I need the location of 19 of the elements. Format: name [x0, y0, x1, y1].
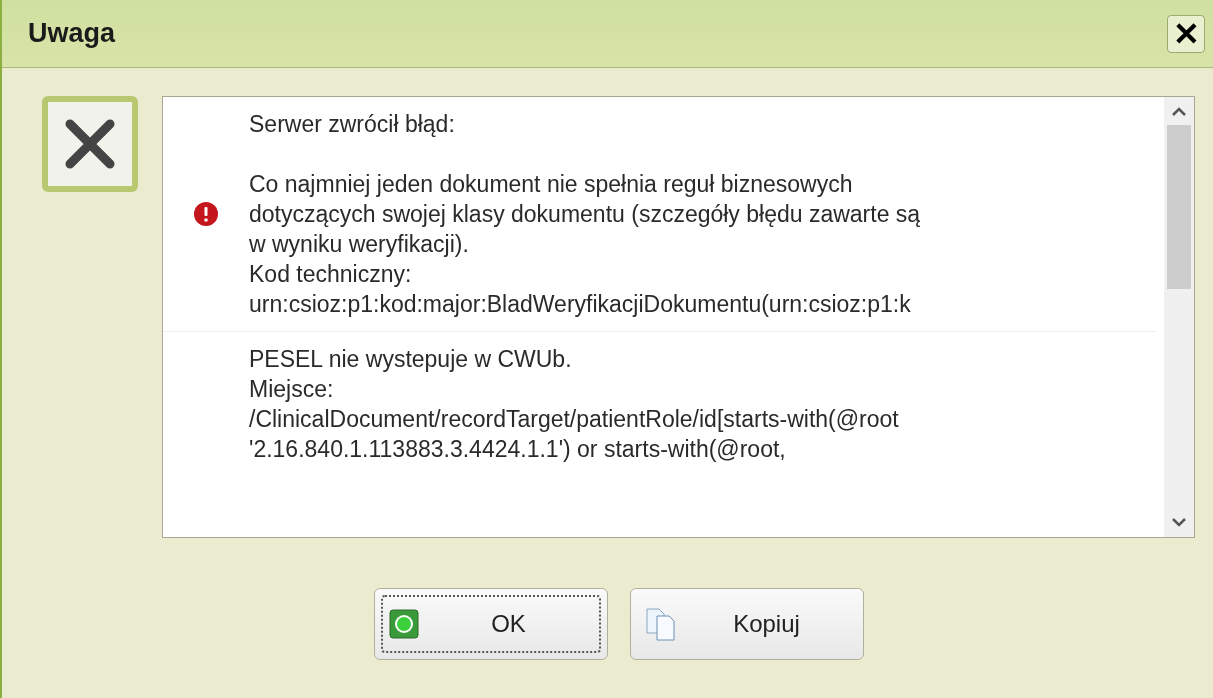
message-line: Miejsce:: [249, 375, 335, 404]
message-line: w wyniku weryfikacji).: [249, 230, 470, 259]
close-button[interactable]: ✕: [1167, 14, 1205, 53]
message-line: dotyczących swojej klasy dokumentu (szczegóły błędu zawarte są: [249, 200, 921, 229]
scroll-up-icon[interactable]: [1171, 107, 1187, 117]
message-line: PESEL nie wystepuje w CWUb.: [249, 345, 573, 374]
scroll-thumb[interactable]: [1167, 125, 1191, 289]
window-title: Uwaga: [28, 17, 116, 51]
message-line: /ClinicalDocument/recordTarget/patientRole/id[starts-with(@root: [249, 405, 899, 434]
message-line: '2.16.840.1.113883.3.4424.1.1') or starts-with(@root,: [249, 435, 787, 464]
message-line: Co najmniej jeden dokument nie spełnia reguł biznesowych: [249, 170, 854, 199]
scroll-down-icon[interactable]: [1171, 517, 1187, 527]
error-x-icon: [42, 96, 138, 192]
error-icon: [193, 201, 219, 227]
message-line: Serwer zwrócił błąd:: [249, 110, 456, 139]
message-line: Kod techniczny:: [249, 260, 413, 289]
copy-button[interactable]: Kopiuj: [629, 588, 864, 660]
message-line: urn:csioz:p1:kod:major:BladWeryfikacjiDokumentu(urn:csioz:p1:k: [249, 290, 912, 319]
ok-button[interactable]: OK: [373, 588, 608, 660]
